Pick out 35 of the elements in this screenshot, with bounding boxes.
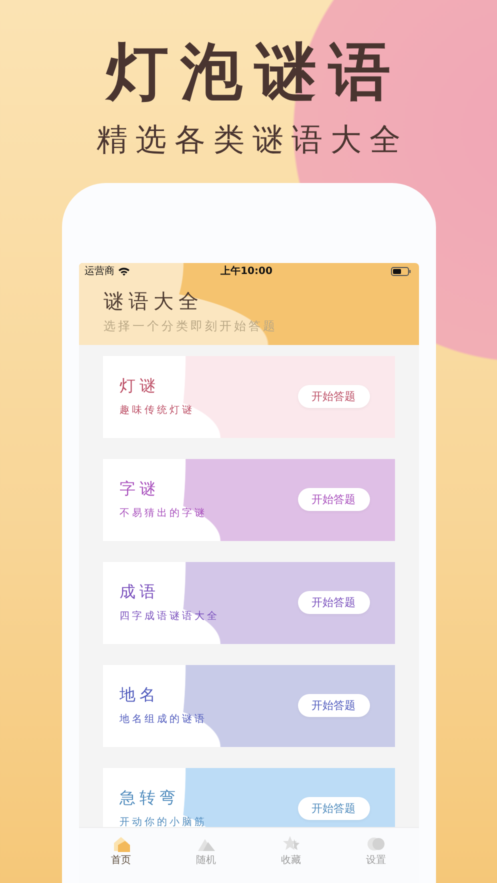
- battery-icon: [390, 266, 410, 276]
- category-card[interactable]: 灯谜 趣味传统灯谜 开始答题: [102, 356, 394, 438]
- category-card[interactable]: 成语 四字成语谜语大全 开始答题: [102, 562, 394, 644]
- category-description: 地名组成的谜语: [120, 713, 207, 726]
- tab[interactable]: 随机: [186, 835, 226, 867]
- start-button[interactable]: 开始答题: [298, 591, 370, 614]
- headline: 灯泡谜语: [104, 36, 402, 108]
- category-description: 四字成语谜语大全: [120, 610, 220, 623]
- category-title: 地名: [120, 685, 160, 705]
- tab[interactable]: 首页: [101, 835, 141, 867]
- category-description: 不易猜出的字谜: [120, 507, 207, 520]
- carrier-label: 运营商: [84, 264, 114, 278]
- cloud-icon: [366, 835, 386, 853]
- category-description: 趣味传统灯谜: [120, 404, 194, 417]
- star-icon: [282, 835, 300, 853]
- start-button[interactable]: 开始答题: [298, 385, 370, 408]
- start-button[interactable]: 开始答题: [298, 797, 370, 820]
- category-title: 字谜: [120, 479, 160, 499]
- clock-time: 上午10:00: [220, 264, 274, 278]
- category-card[interactable]: 字谜 不易猜出的字谜 开始答题: [102, 459, 394, 541]
- category-title: 急转弯: [120, 788, 180, 808]
- tab[interactable]: 设置: [356, 835, 396, 867]
- start-button[interactable]: 开始答题: [298, 694, 370, 717]
- category-title: 成语: [120, 582, 160, 602]
- category-description: 开动你的小脑筋: [120, 816, 207, 827]
- page-subtitle: 选择一个分类即刻开始答题: [104, 318, 278, 334]
- tagline: 精选各类谜语大全: [96, 121, 408, 160]
- page-title: 谜语大全: [104, 288, 204, 314]
- wifi-icon: [118, 266, 130, 276]
- category-card[interactable]: 急转弯 开动你的小脑筋 开始答题: [102, 768, 394, 827]
- house-icon: [112, 835, 130, 853]
- start-button[interactable]: 开始答题: [298, 488, 370, 511]
- tab[interactable]: 收藏: [271, 835, 311, 867]
- category-card[interactable]: 地名 地名组成的谜语 开始答题: [102, 665, 394, 747]
- category-title: 灯谜: [120, 376, 160, 396]
